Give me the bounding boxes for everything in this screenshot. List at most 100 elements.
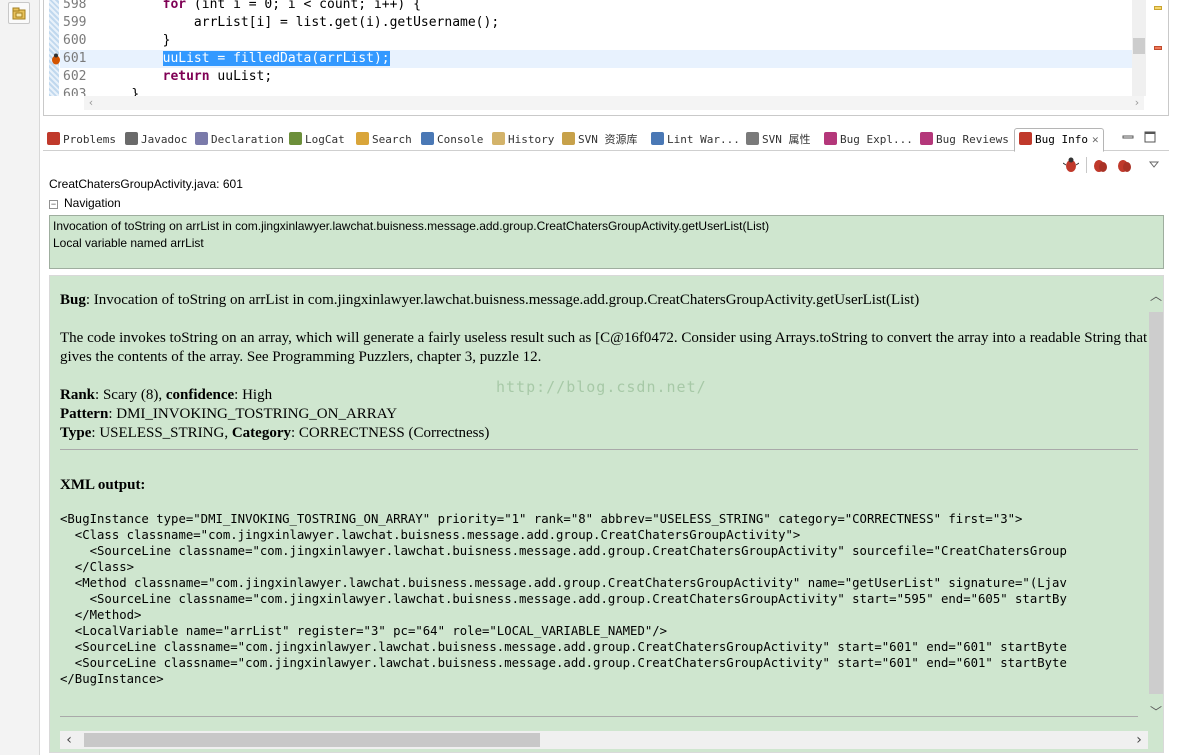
tab-label: LogCat bbox=[305, 133, 345, 146]
tab-label: Declaration bbox=[211, 133, 284, 146]
bug-marker-icon[interactable] bbox=[50, 53, 62, 65]
chevron-right-icon[interactable]: › bbox=[1130, 731, 1148, 749]
editor-ruler bbox=[49, 0, 59, 96]
tab-label: Console bbox=[437, 133, 484, 146]
view-menu-icon[interactable] bbox=[1146, 157, 1162, 173]
code-line[interactable]: 603 } bbox=[60, 86, 1136, 96]
code-text[interactable]: uuList; bbox=[210, 69, 272, 84]
tab-label: Problems bbox=[63, 133, 116, 146]
tab-bug-reviews[interactable]: Bug Reviews bbox=[920, 129, 1009, 151]
maximize-icon[interactable] bbox=[1144, 131, 1156, 143]
tab-declaration[interactable]: Declaration bbox=[195, 129, 284, 151]
java-editor[interactable]: 598 for (int i = 0; i < count; i++) {599… bbox=[43, 0, 1169, 116]
chevron-down-icon[interactable]: ﹀ bbox=[1148, 704, 1163, 720]
code-text[interactable]: (int i = 0; i < count; i++) { bbox=[186, 0, 421, 12]
overview-ruler bbox=[1150, 0, 1166, 96]
tab-at[interactable]: Javadoc bbox=[125, 129, 187, 151]
tab-label: Lint War... bbox=[667, 133, 740, 146]
scroll-left-icon[interactable]: ‹ bbox=[84, 96, 98, 110]
line-number: 599 bbox=[63, 15, 87, 30]
bug-icon[interactable] bbox=[1063, 157, 1079, 173]
history-icon bbox=[492, 132, 505, 145]
view-tab-bar: Problems Javadoc Declaration LogCat Search Co… bbox=[43, 127, 1169, 152]
package-icon bbox=[12, 7, 26, 20]
left-trim-bar bbox=[0, 0, 40, 755]
code-line[interactable]: 600 } bbox=[60, 32, 1136, 50]
bug-info-toolbar bbox=[1060, 155, 1168, 175]
tab-bug-explorer[interactable]: Bug Expl... bbox=[824, 129, 913, 151]
confidence-label: confidence bbox=[165, 387, 235, 403]
divider bbox=[60, 449, 1138, 450]
file-location: CreatChatersGroupActivity.java: 601 bbox=[49, 177, 243, 191]
line-number: 601 bbox=[63, 51, 87, 66]
code-area[interactable]: 598 for (int i = 0; i < count; i++) {599… bbox=[60, 0, 1136, 96]
navigation-list[interactable]: Invocation of toString on arrList in com… bbox=[49, 215, 1164, 269]
bug-type-line: Type: USELESS_STRING, Category: CORRECTN… bbox=[60, 424, 1148, 443]
collapse-icon[interactable]: − bbox=[49, 200, 58, 209]
search-icon bbox=[356, 132, 369, 145]
tab-label: SVN 资源库 bbox=[578, 133, 638, 146]
logcat-icon bbox=[289, 132, 302, 145]
editor-horizontal-scrollbar[interactable]: ‹ › bbox=[84, 96, 1144, 110]
tab-console[interactable]: Console bbox=[421, 129, 483, 151]
line-number: 598 bbox=[63, 0, 87, 12]
type-label: Type bbox=[60, 425, 92, 441]
code-line[interactable]: 601 uuList = filledData(arrList); bbox=[60, 50, 1136, 68]
confidence-value: : High bbox=[234, 387, 273, 403]
tab-logcat[interactable]: LogCat bbox=[289, 129, 345, 151]
details-hscroll-thumb[interactable] bbox=[84, 733, 540, 747]
tab-label: History bbox=[508, 133, 555, 146]
tab-bug-info[interactable]: Bug Info ✕ bbox=[1014, 128, 1104, 152]
category-value: : CORRECTNESS (Correctness) bbox=[291, 425, 490, 441]
code-keyword: return bbox=[162, 69, 210, 84]
chevron-up-icon[interactable]: ︿ bbox=[1148, 288, 1163, 304]
bug-prev-icon[interactable] bbox=[1092, 157, 1108, 173]
selected-code[interactable]: uuList = filledData(arrList); bbox=[162, 51, 390, 66]
type-value: : USELESS_STRING, bbox=[91, 425, 232, 441]
tab-lint[interactable]: Lint War... bbox=[651, 129, 740, 151]
chevron-left-icon[interactable]: ‹ bbox=[60, 731, 78, 749]
svn-props-icon bbox=[746, 132, 759, 145]
bug-text: : Invocation of toString on arrList in c… bbox=[85, 292, 920, 308]
code-text[interactable]: arrList[i] = list.get(i).getUsername(); bbox=[194, 15, 499, 30]
editor-scroll-thumb[interactable] bbox=[1133, 38, 1145, 54]
navigation-item[interactable]: Local variable named arrList bbox=[53, 235, 1160, 252]
details-scroll-thumb[interactable] bbox=[1149, 312, 1163, 694]
details-vertical-scrollbar[interactable]: ︿ ﹀ bbox=[1148, 286, 1163, 722]
tab-history[interactable]: History bbox=[492, 129, 554, 151]
close-icon[interactable]: ✕ bbox=[1092, 129, 1099, 151]
code-text[interactable]: } bbox=[131, 87, 139, 96]
toolbar-separator bbox=[1086, 157, 1087, 173]
code-line[interactable]: 599 arrList[i] = list.get(i).getUsername… bbox=[60, 14, 1136, 32]
bug-details-pane[interactable]: Bug: Invocation of toString on arrList i… bbox=[49, 275, 1164, 753]
tab-svn-repo[interactable]: SVN 资源库 bbox=[562, 129, 638, 151]
tab-label: Javadoc bbox=[141, 133, 188, 146]
details-horizontal-scrollbar[interactable]: ‹ › bbox=[60, 731, 1148, 749]
warning-marker[interactable] bbox=[1154, 6, 1162, 10]
scroll-right-icon[interactable]: › bbox=[1130, 96, 1144, 110]
tab-problems[interactable]: Problems bbox=[47, 129, 116, 151]
minimize-icon[interactable] bbox=[1122, 131, 1134, 143]
code-line[interactable]: 602 return uuList; bbox=[60, 68, 1136, 86]
navigation-header[interactable]: − Navigation bbox=[49, 196, 121, 212]
rank-value: : Scary (8), bbox=[95, 387, 166, 403]
bug-next-icon[interactable] bbox=[1116, 157, 1132, 173]
bug-label: Bug bbox=[60, 292, 86, 308]
error-marker[interactable] bbox=[1154, 46, 1162, 50]
divider bbox=[60, 716, 1138, 717]
pattern-value: : DMI_INVOKING_TOSTRING_ON_ARRAY bbox=[108, 406, 398, 422]
xml-output[interactable]: <BugInstance type="DMI_INVOKING_TOSTRING… bbox=[60, 511, 1148, 687]
svn-repo-icon bbox=[562, 132, 575, 145]
tab-search[interactable]: Search bbox=[356, 129, 412, 151]
tab-svn-props[interactable]: SVN 属性 bbox=[746, 129, 811, 151]
watermark: http://blog.csdn.net/ bbox=[496, 378, 707, 396]
code-text[interactable]: } bbox=[163, 33, 171, 48]
navigation-item[interactable]: Invocation of toString on arrList in com… bbox=[53, 218, 1160, 235]
tab-label: Bug Reviews bbox=[936, 133, 1009, 146]
restore-package-explorer-button[interactable] bbox=[8, 2, 30, 24]
editor-vertical-scrollbar[interactable] bbox=[1132, 0, 1146, 96]
line-number: 602 bbox=[63, 69, 87, 84]
code-line[interactable]: 598 for (int i = 0; i < count; i++) { bbox=[60, 0, 1136, 14]
line-number: 600 bbox=[63, 33, 87, 48]
